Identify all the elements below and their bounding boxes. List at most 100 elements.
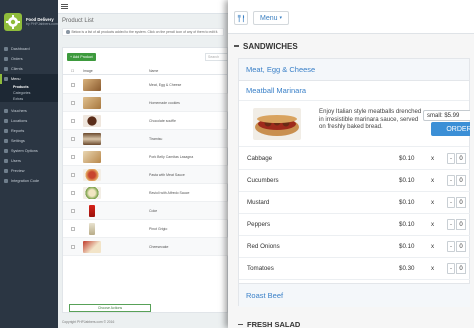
- product-thumb: [83, 151, 101, 163]
- menu-icon: [4, 77, 8, 81]
- qty-input[interactable]: 0: [456, 241, 466, 252]
- sidebar-item-integration-code[interactable]: Integration Code: [0, 176, 58, 186]
- hamburger-menu-icon[interactable]: [61, 3, 68, 10]
- extra-option-row: Red Onions $0.10 x - 0: [239, 236, 470, 258]
- row-checkbox[interactable]: [71, 227, 75, 231]
- add-product-button[interactable]: + Add Product: [67, 53, 96, 61]
- caret-down-icon: ▾: [279, 15, 283, 21]
- gear-logo-icon: [4, 13, 22, 31]
- product-thumb: [83, 115, 101, 127]
- page-title: Product List: [62, 18, 94, 24]
- admin-sidebar: Food Delivery by PHPJabbers.com Dashboar…: [0, 0, 58, 328]
- qty-input[interactable]: 0: [456, 153, 466, 164]
- order-button[interactable]: ORDER: [431, 122, 470, 136]
- category-link-roast-beef[interactable]: Roast Beef: [239, 283, 470, 307]
- choose-actions-button[interactable]: Choose Actions: [69, 304, 151, 312]
- sidebar-item-preview[interactable]: Preview: [0, 166, 58, 176]
- table-row[interactable]: Ravioli with Alfredo Sauce: [63, 184, 229, 202]
- topbar: [58, 0, 228, 14]
- collapse-icon: [234, 45, 239, 47]
- qty-input[interactable]: 0: [456, 263, 466, 274]
- table-row[interactable]: Cheesecake: [63, 238, 229, 256]
- product-thumb: [89, 223, 95, 235]
- preview-icon: [4, 169, 8, 173]
- clients-icon: [4, 67, 8, 71]
- menu-dropdown-button[interactable]: Menu ▾: [253, 11, 289, 25]
- row-checkbox[interactable]: [71, 119, 75, 123]
- reports-icon: [4, 129, 8, 133]
- product-thumb: [83, 169, 101, 181]
- table-row[interactable]: Tiramisu: [63, 130, 229, 148]
- table-row[interactable]: Chocolate souffle: [63, 112, 229, 130]
- row-checkbox[interactable]: [71, 173, 75, 177]
- info-notice: Below is a list of all products added to…: [62, 28, 224, 36]
- sidebar-item-menu[interactable]: Menu: [0, 74, 58, 84]
- extra-option-row: Peppers $0.10 x - 0: [239, 214, 470, 236]
- sidebar-item-orders[interactable]: Orders: [0, 54, 58, 64]
- decrease-qty-button[interactable]: -: [447, 219, 455, 230]
- product-thumb: [89, 205, 95, 217]
- table-row[interactable]: Coke: [63, 202, 229, 220]
- row-checkbox[interactable]: [71, 83, 75, 87]
- copyright-footer: Copyright PHPJabbers.com © 2016: [62, 320, 115, 324]
- table-row[interactable]: Pasta with Meat Sauce: [63, 166, 229, 184]
- fork-knife-button[interactable]: [234, 11, 248, 25]
- product-thumb: [83, 97, 101, 109]
- product-thumb: [83, 241, 101, 253]
- extra-option-row: Mustard $0.10 x - 0: [239, 192, 470, 214]
- section-header[interactable]: SANDWICHES: [232, 34, 470, 58]
- row-checkbox[interactable]: [71, 155, 75, 159]
- row-checkbox[interactable]: [71, 191, 75, 195]
- voucher-icon: [4, 109, 8, 113]
- table-row[interactable]: Pork Belly Carnitas Lasagna: [63, 148, 229, 166]
- menu-preview-panel: Menu ▾ SANDWICHES Meat, Egg & Cheese Mea…: [228, 0, 474, 328]
- sidebar-item-locations[interactable]: Locations: [0, 116, 58, 126]
- qty-input[interactable]: 0: [456, 219, 466, 230]
- brand: Food Delivery by PHPJabbers.com: [0, 0, 58, 44]
- sidebar-item-vouchers[interactable]: Vouchers: [0, 106, 58, 116]
- section-box: Meat, Egg & Cheese Meatball Marinara Enj…: [238, 58, 470, 307]
- table-row[interactable]: Pinot Grigio: [63, 220, 229, 238]
- orders-icon: [4, 57, 8, 61]
- row-checkbox[interactable]: [71, 137, 75, 141]
- info-icon: [66, 30, 70, 34]
- sidebar-item-system-options[interactable]: System Options: [0, 146, 58, 156]
- col-name[interactable]: Name: [149, 69, 158, 73]
- product-item: Enjoy Italian style meatballs drenched i…: [239, 101, 470, 147]
- decrease-qty-button[interactable]: -: [447, 153, 455, 164]
- product-list-area: Product List Below is a list of all prod…: [58, 14, 229, 328]
- fork-knife-icon: [237, 14, 244, 22]
- category-link[interactable]: Meat, Egg & Cheese: [239, 59, 469, 81]
- sidebar-item-dashboard[interactable]: Dashboard: [0, 44, 58, 54]
- product-image: [253, 108, 301, 140]
- users-icon: [4, 159, 8, 163]
- qty-input[interactable]: 0: [456, 175, 466, 186]
- system-icon: [4, 149, 8, 153]
- table-row[interactable]: Homemade cookies: [63, 94, 229, 112]
- panel-body: SANDWICHES Meat, Egg & Cheese Meatball M…: [232, 34, 470, 328]
- decrease-qty-button[interactable]: -: [447, 197, 455, 208]
- size-select[interactable]: small: $5.99 ⇕: [423, 110, 470, 121]
- table-row[interactable]: Meat, Egg & Cheese: [63, 76, 229, 94]
- qty-input[interactable]: 0: [456, 197, 466, 208]
- sidebar-item-settings[interactable]: Settings: [0, 136, 58, 146]
- sidebar-item-clients[interactable]: Clients: [0, 64, 58, 74]
- decrease-qty-button[interactable]: -: [447, 241, 455, 252]
- product-description: Enjoy Italian style meatballs drenched i…: [319, 108, 422, 130]
- search-input[interactable]: Search: [205, 53, 229, 61]
- section-header-fresh-salad[interactable]: FRESH SALAD: [238, 320, 300, 328]
- row-checkbox[interactable]: [71, 245, 75, 249]
- product-title-link[interactable]: Meatball Marinara: [239, 81, 469, 101]
- row-checkbox[interactable]: [71, 101, 75, 105]
- decrease-qty-button[interactable]: -: [447, 263, 455, 274]
- brand-subtitle: by PHPJabbers.com: [26, 22, 58, 26]
- table-header: ☐ Image Name: [63, 67, 229, 75]
- collapse-icon: [238, 323, 243, 326]
- decrease-qty-button[interactable]: -: [447, 175, 455, 186]
- row-checkbox[interactable]: [71, 209, 75, 213]
- panel-toolbar: Menu ▾: [228, 0, 474, 34]
- select-all-checkbox[interactable]: ☐: [71, 69, 74, 73]
- sidebar-item-users[interactable]: Users: [0, 156, 58, 166]
- sidebar-item-reports[interactable]: Reports: [0, 126, 58, 136]
- code-icon: [4, 179, 8, 183]
